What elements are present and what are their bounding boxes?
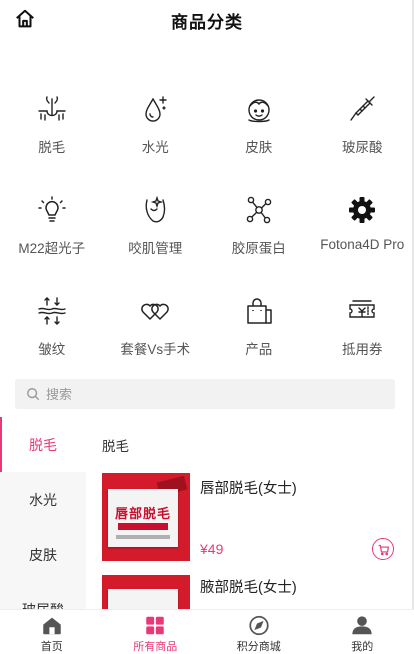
jaw-icon	[138, 193, 172, 227]
search-input[interactable]	[46, 386, 346, 402]
product-image[interactable]	[102, 575, 190, 609]
category-label: 皱纹	[38, 342, 66, 357]
hearts-icon	[138, 294, 172, 328]
category-label: 玻尿酸	[342, 140, 383, 155]
sidebar-item-hyaluronic[interactable]: 玻尿酸	[0, 582, 86, 610]
section-title: 脱毛	[102, 438, 129, 454]
category-label: Fotona4D Pro	[320, 237, 405, 252]
category-label: 套餐Vs手术	[120, 342, 191, 357]
category-m22[interactable]: M22超光子	[0, 193, 104, 294]
product-image[interactable]: 唇部脱毛	[102, 473, 190, 561]
category-label: 胶原蛋白	[231, 241, 286, 256]
molecule-icon	[242, 193, 276, 227]
page-title: 商品分类	[171, 12, 243, 32]
search-bar[interactable]	[15, 379, 395, 409]
category-water-light[interactable]: 水光	[104, 92, 208, 193]
sidebar-item-skin[interactable]: 皮肤	[0, 527, 86, 582]
tab-label: 所有商品	[133, 641, 178, 653]
tab-label: 首页	[40, 641, 63, 653]
product-item[interactable]: 腋部脱毛(女士)	[86, 574, 414, 609]
category-label: 抵用券	[342, 342, 383, 357]
sidebar-item-water-light[interactable]: 水光	[0, 472, 86, 527]
category-sidebar: 脱毛 水光 皮肤 玻尿酸	[0, 417, 86, 609]
add-to-cart-button[interactable]	[372, 538, 394, 560]
top-header: 商品分类	[0, 0, 414, 40]
wrinkle-icon	[35, 294, 69, 328]
face-icon	[242, 92, 276, 126]
water-drop-icon	[138, 92, 172, 126]
shopping-bag-icon	[242, 294, 276, 328]
tab-all-products[interactable]: 所有商品	[104, 610, 208, 654]
category-label: 水光	[141, 140, 169, 155]
category-skin[interactable]: 皮肤	[207, 92, 311, 193]
bottom-tab-bar: 首页 所有商品 积分商城 我的	[0, 609, 414, 654]
product-item[interactable]: 唇部脱毛 唇部脱毛(女士) ¥49	[86, 472, 414, 574]
category-hair-removal[interactable]: 脱毛	[0, 92, 104, 193]
tab-home[interactable]: 首页	[0, 610, 104, 654]
category-collagen[interactable]: 胶原蛋白	[207, 193, 311, 294]
home-icon	[43, 617, 61, 635]
tab-label: 我的	[351, 641, 374, 653]
tab-mine[interactable]: 我的	[311, 610, 414, 654]
category-masseter[interactable]: 咬肌管理	[104, 193, 208, 294]
compass-icon	[249, 615, 269, 636]
category-label: 皮肤	[245, 140, 273, 155]
cart-icon	[378, 544, 389, 555]
coupon-icon	[345, 294, 379, 328]
category-fotona[interactable]: Fotona4D Pro	[311, 193, 414, 294]
tab-label: 积分商城	[236, 641, 281, 653]
product-list: 脱毛 唇部脱毛 唇部脱毛(女士) ¥49 腋部脱毛(女士)	[86, 417, 414, 609]
category-label: M22超光子	[18, 241, 86, 256]
home-icon[interactable]	[14, 8, 36, 30]
user-icon	[352, 616, 372, 635]
category-grid: 脱毛 水光 皮肤 玻尿酸 M22超光子 咬肌管理 胶原蛋白 Fotona4D P…	[0, 92, 414, 395]
product-price: ¥49	[200, 541, 224, 557]
category-label: 产品	[245, 342, 273, 357]
product-name[interactable]: 腋部脱毛(女士)	[200, 576, 297, 597]
gear-icon	[345, 193, 379, 227]
light-bulb-icon	[35, 193, 69, 227]
product-image-text: 唇部脱毛	[114, 506, 171, 521]
grid-icon	[146, 616, 164, 635]
sidebar-item-hair-removal[interactable]: 脱毛	[0, 417, 86, 472]
tab-points-mall[interactable]: 积分商城	[207, 610, 311, 654]
search-icon	[27, 388, 40, 401]
syringe-icon	[345, 92, 379, 126]
hair-follicle-icon	[35, 92, 69, 126]
category-label: 咬肌管理	[128, 241, 183, 256]
category-hyaluronic-acid[interactable]: 玻尿酸	[311, 92, 414, 193]
product-name[interactable]: 唇部脱毛(女士)	[200, 477, 297, 498]
category-label: 脱毛	[38, 140, 66, 155]
